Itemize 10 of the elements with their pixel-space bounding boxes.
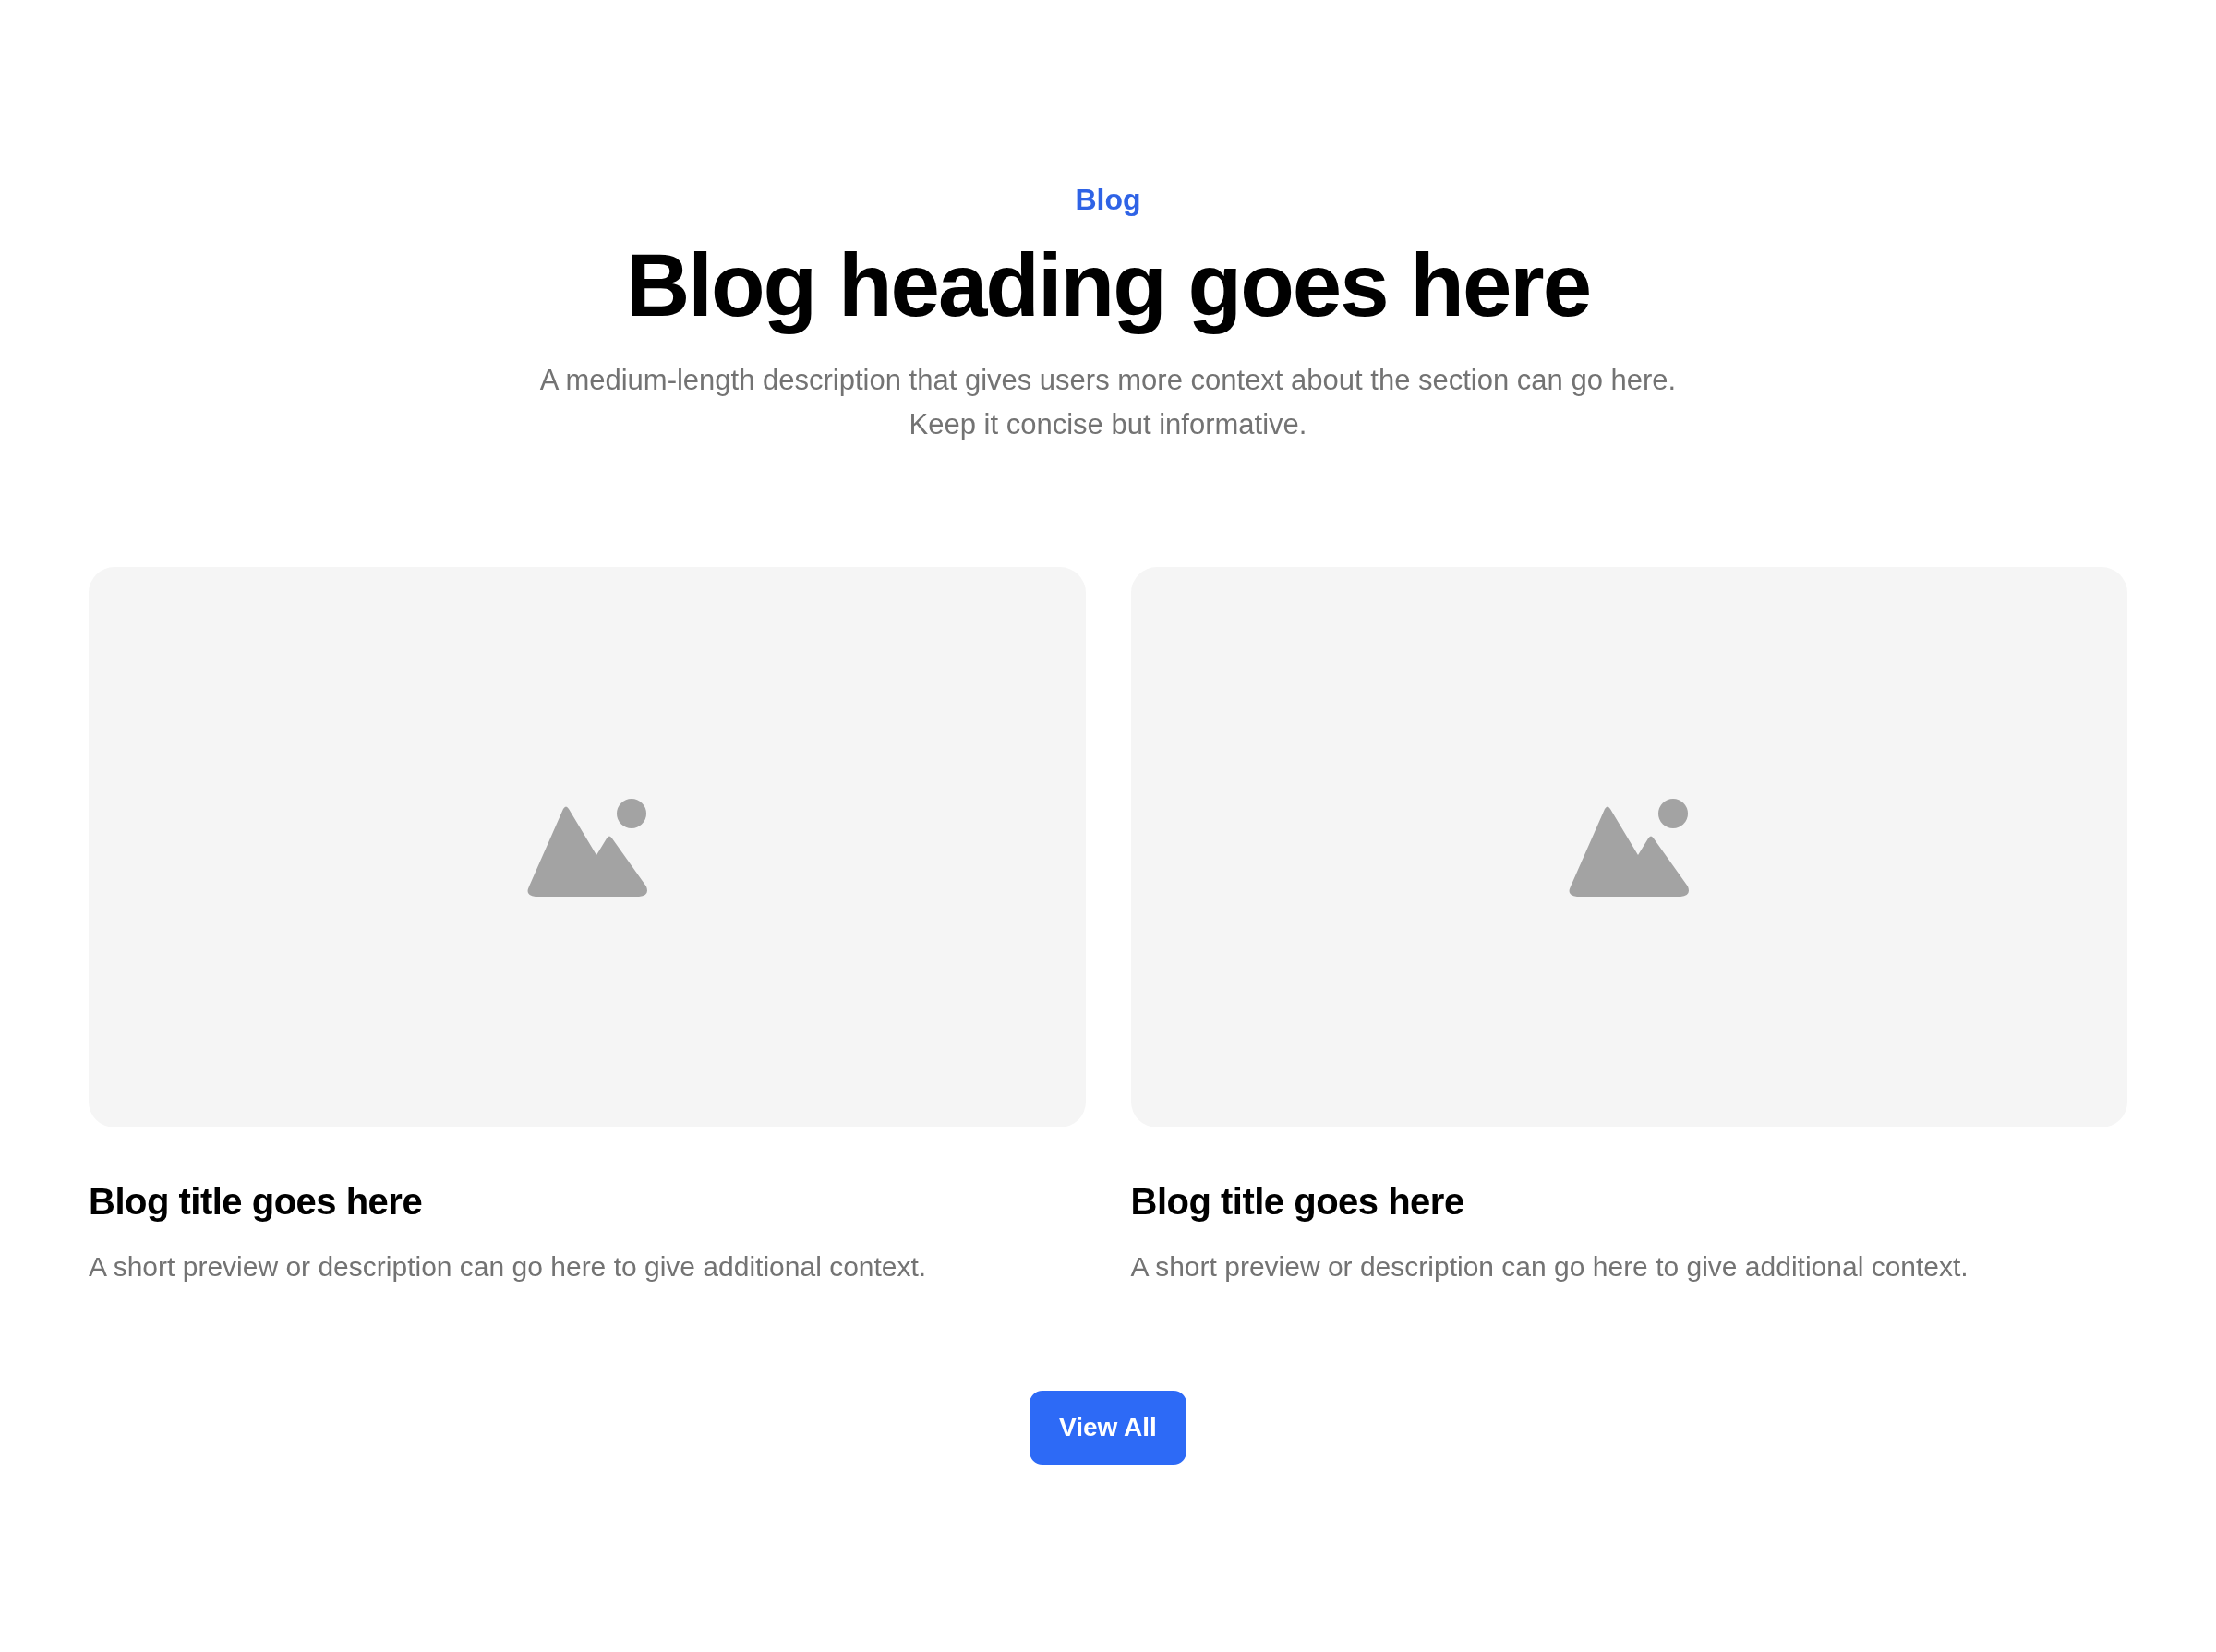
post-excerpt: A short preview or description can go here to give additional context. — [1130, 1250, 1969, 1284]
post-title: Blog title goes here — [89, 1180, 424, 1224]
section-tagline: Blog — [1074, 182, 1142, 218]
post-excerpt: A short preview or description can go here to give additional context. — [89, 1250, 928, 1284]
view-all-button[interactable]: View All — [1030, 1391, 1186, 1465]
section-description: A medium-length description that gives users more context about the section can go here. Keep it concise but informative. — [538, 363, 1678, 443]
post-title: Blog title goes here — [1130, 1180, 1465, 1224]
mountain-icon — [525, 797, 648, 898]
section-heading: Blog heading goes here — [624, 235, 1592, 336]
mountain-icon — [1568, 797, 1691, 898]
